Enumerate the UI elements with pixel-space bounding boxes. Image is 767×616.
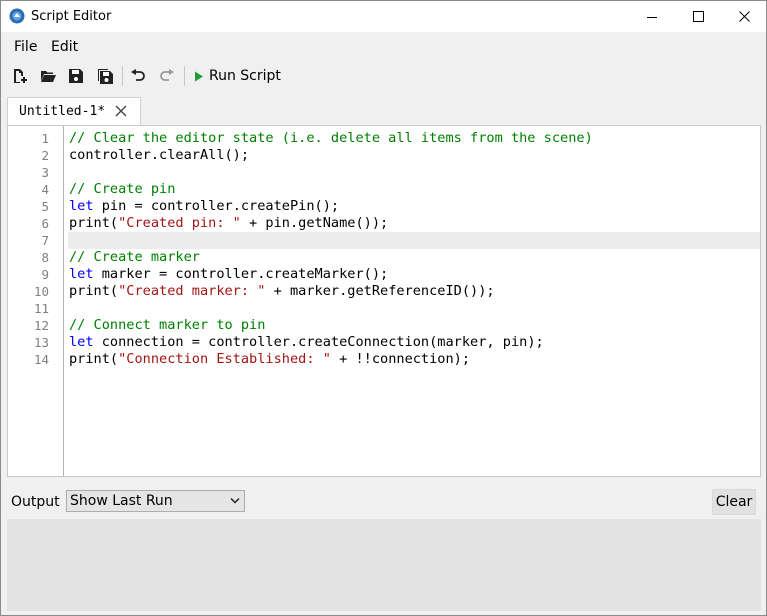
line-number: 12 [33,318,49,333]
new-file-icon [14,69,27,83]
code-comment: // Clear the editor state (i.e. delete a… [69,130,593,146]
code-text: controller.clearAll(); [69,147,250,163]
line-number: 5 [41,199,49,214]
code-line: print("Created pin: " + pin.getName()); [68,215,760,232]
line-number: 2 [41,148,49,163]
folder-open-icon [40,71,56,82]
line-number: 6 [41,216,49,231]
minimize-icon [647,16,657,18]
maximize-icon [692,11,704,22]
script-editor-window: Script Editor File Edit Run Script Untit… [0,0,767,616]
code-line: let marker = controller.createMarker(); [68,266,760,283]
output-mode-select[interactable]: Show Last Run [66,490,245,512]
code-text: connection = controller.createConnection… [93,334,544,350]
code-keyword: let [69,334,94,350]
output-mode-value: Show Last Run [70,493,173,509]
line-number: 8 [41,250,49,265]
code-text: + !!connection); [330,351,471,367]
code-line: // Create pin [68,181,760,198]
output-label: Output [11,494,60,510]
code-text: print( [69,283,119,299]
line-number: 3 [41,165,49,180]
code-line: controller.clearAll(); [68,147,760,164]
chevron-down-icon [230,497,240,504]
code-line: // Clear the editor state (i.e. delete a… [68,130,760,147]
line-number: 7 [41,233,49,248]
toolbar-separator [184,66,185,86]
code-string: "Created pin: " [118,215,241,231]
code-editor[interactable]: 1 2 3 4 5 6 7 8 9 10 11 12 13 14 // Clear the editor … [7,125,761,477]
code-text: marker = controller.createMarker(); [93,266,389,282]
code-comment: // Connect marker to pin [69,317,266,333]
code-line: print("Connection Established: " + !!con… [68,351,760,368]
tab-label: Untitled-1* [19,104,106,119]
code-text: pin = controller.createPin(); [93,198,340,214]
run-script-button[interactable]: Run Script [194,65,281,87]
code-comment: // Create marker [69,249,200,265]
line-number: 11 [33,301,49,316]
code-area[interactable]: // Clear the editor state (i.e. delete a… [68,130,760,368]
undo-button[interactable] [127,65,149,87]
code-text: print( [69,351,119,367]
title-bar[interactable]: Script Editor [1,1,766,32]
open-file-button[interactable] [37,65,59,87]
app-icon [9,8,25,24]
redo-icon [160,69,174,81]
menu-edit[interactable]: Edit [51,39,78,55]
code-line: let pin = controller.createPin(); [68,198,760,215]
redo-button[interactable] [156,65,178,87]
toolbar-separator [122,66,123,86]
save-button[interactable] [65,65,87,87]
tab-untitled-1[interactable]: Untitled-1* [7,97,141,125]
code-text: + marker.getReferenceID()); [265,283,495,299]
code-line: let connection = controller.createConnec… [68,334,760,351]
play-icon [195,71,203,81]
maximize-button[interactable] [675,1,721,32]
line-number: 13 [33,335,49,350]
code-line [68,232,760,249]
code-line: print("Created marker: " + marker.getRef… [68,283,760,300]
code-string: "Created marker: " [118,283,266,299]
toolbar: Run Script [1,63,766,89]
menu-file[interactable]: File [14,39,37,55]
close-icon [738,11,750,22]
close-tab-icon[interactable] [114,104,128,118]
line-number-gutter: 1 2 3 4 5 6 7 8 9 10 11 12 13 14 [8,126,64,476]
save-all-icon [97,68,113,84]
code-string: "Connection Established: " [118,351,331,367]
undo-icon [131,69,145,81]
code-keyword: let [69,198,94,214]
code-line: // Create marker [68,249,760,266]
close-button[interactable] [721,1,767,32]
code-line: // Connect marker to pin [68,317,760,334]
code-comment: // Create pin [69,181,176,197]
window-title: Script Editor [31,9,112,24]
minimize-button[interactable] [629,1,675,32]
code-text: + pin.getName()); [240,215,389,231]
save-all-button[interactable] [94,65,116,87]
line-number: 10 [33,284,49,299]
line-number: 4 [41,182,49,197]
run-script-label: Run Script [209,68,281,84]
output-panel [7,519,761,611]
output-toolbar: Output Show Last Run Clear [7,487,761,517]
line-number: 1 [41,131,49,146]
clear-output-button[interactable]: Clear [712,489,756,515]
new-file-button[interactable] [9,65,31,87]
code-text: print( [69,215,119,231]
save-icon [69,69,83,83]
line-number: 14 [33,352,49,367]
code-keyword: let [69,266,94,282]
line-number: 9 [41,267,49,282]
